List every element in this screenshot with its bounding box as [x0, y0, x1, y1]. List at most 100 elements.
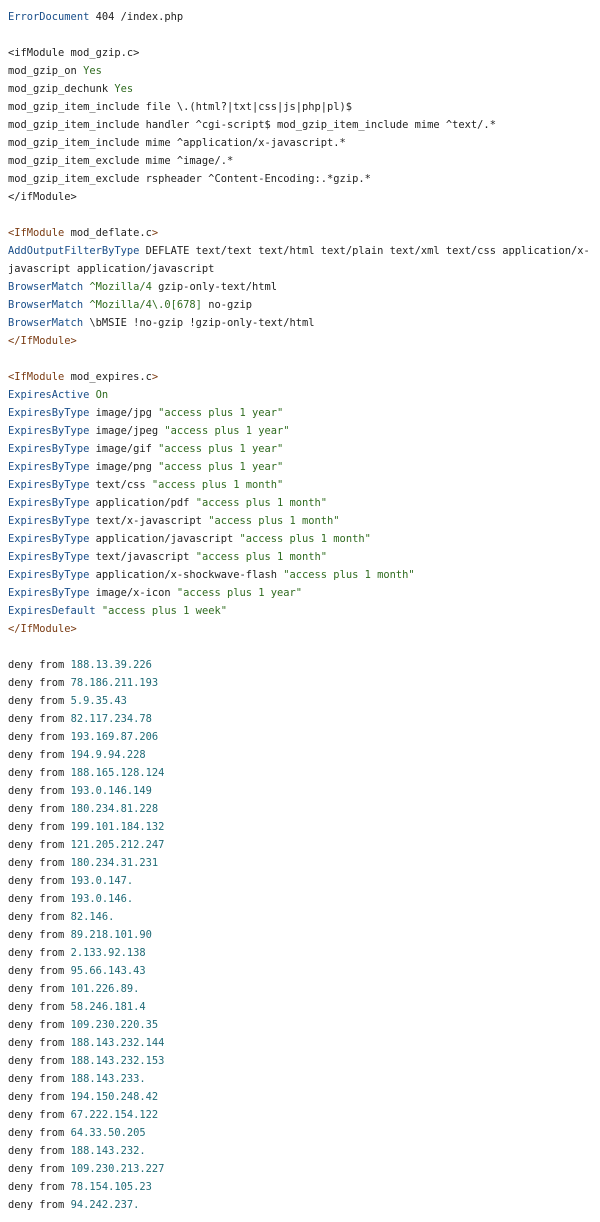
code-line: deny from 94.242.237. [8, 1196, 600, 1214]
code-token: 2.133.92.138 [70, 947, 146, 959]
code-token: application/x-shockwave-flash [89, 569, 284, 581]
code-token: mod_gzip_item_exclude mime ^image/.* [8, 155, 234, 167]
code-line: </IfModule> [8, 332, 600, 350]
code-token: deny from [8, 659, 71, 671]
code-line: ExpiresDefault "access plus 1 week" [8, 602, 600, 620]
code-token: "access plus 1 month" [151, 479, 284, 491]
code-token: 78.154.105.23 [70, 1181, 152, 1193]
code-token: 82.146. [70, 911, 115, 923]
code-line: mod_gzip_item_include handler ^cgi-scrip… [8, 116, 600, 134]
code-line: deny from 194.9.94.228 [8, 746, 600, 764]
code-token: deny from [8, 839, 71, 851]
code-token: ExpiresByType [8, 533, 90, 545]
code-token: deny from [8, 893, 71, 905]
code-token: ^Mozilla/4\.0[678] [83, 299, 202, 311]
code-token: gzip-only-text/html [151, 281, 278, 293]
code-token: <ifModule mod_gzip.c> [8, 47, 140, 59]
code-token: "access plus 1 month" [239, 533, 371, 545]
code-token: image/gif [89, 443, 159, 455]
code-token: "access plus 1 month" [208, 515, 340, 527]
code-token: 101.226.89. [70, 983, 140, 995]
code-line: deny from 193.0.146.149 [8, 782, 600, 800]
code-line: mod_gzip_item_exclude mime ^image/.* [8, 152, 600, 170]
code-line: <IfModule mod_expires.c> [8, 368, 600, 386]
code-token: mod_gzip_on [8, 65, 84, 77]
code-line: ErrorDocument 404 /index.php [8, 8, 600, 26]
code-line: deny from 109.230.213.227 [8, 1160, 600, 1178]
code-token: deny from [8, 983, 71, 995]
code-token: AddOutputFilterByType [8, 245, 140, 257]
code-token: 199.101.184.132 [70, 821, 165, 833]
code-line: deny from 188.165.128.124 [8, 764, 600, 782]
code-token: BrowserMatch [8, 299, 84, 311]
code-token: image/jpeg [89, 425, 165, 437]
code-token: deny from [8, 767, 71, 779]
code-line: deny from 188.13.39.226 [8, 656, 600, 674]
code-token: mod_gzip_dechunk [8, 83, 115, 95]
code-line: ExpiresByType text/css "access plus 1 mo… [8, 476, 600, 494]
code-token: deny from [8, 1055, 71, 1067]
code-line: deny from 64.33.50.205 [8, 1124, 600, 1142]
code-line: deny from 78.186.211.193 [8, 674, 600, 692]
code-token: ExpiresByType [8, 497, 90, 509]
code-line: deny from 101.226.89. [8, 980, 600, 998]
code-token: ExpiresByType [8, 425, 90, 437]
code-token: deny from [8, 731, 71, 743]
code-token: deny from [8, 857, 71, 869]
code-token: image/x-icon [89, 587, 177, 599]
code-token: BrowserMatch [8, 281, 84, 293]
code-line: </ifModule> [8, 188, 600, 206]
code-token: 89.218.101.90 [70, 929, 152, 941]
code-line: ExpiresByType image/png "access plus 1 y… [8, 458, 600, 476]
code-line: deny from 188.143.232.144 [8, 1034, 600, 1052]
code-token: \bMSIE !no-gzip !gzip-only-text/html [83, 317, 315, 329]
code-token: Yes [114, 83, 134, 95]
code-token: 109.230.220.35 [70, 1019, 159, 1031]
code-token: 193.0.146.149 [70, 785, 152, 797]
code-line: deny from 67.222.154.122 [8, 1106, 600, 1124]
code-token: no-gzip [201, 299, 252, 311]
code-token: image/png [89, 461, 159, 473]
code-token: ExpiresActive [8, 389, 90, 401]
code-token: ExpiresByType [8, 443, 90, 455]
code-token: deny from [8, 695, 71, 707]
code-token: javascript application/javascript [8, 263, 215, 275]
code-token: </ifModule> [8, 191, 77, 203]
code-token: 193.169.87.206 [70, 731, 159, 743]
code-token: mod_gzip_item_include mime ^application/… [8, 137, 346, 149]
code-token: Yes [83, 65, 102, 77]
code-token: </IfModule> [8, 623, 77, 635]
code-token: 58.246.181.4 [70, 1001, 146, 1013]
code-line: ExpiresByType application/x-shockwave-fl… [8, 566, 600, 584]
code-line: mod_gzip_item_include file \.(html?|txt|… [8, 98, 600, 116]
code-line: ExpiresByType text/x-javascript "access … [8, 512, 600, 530]
code-token: ErrorDocument [8, 11, 90, 23]
code-token: deny from [8, 1037, 71, 1049]
code-token: ExpiresByType [8, 551, 90, 563]
code-line: BrowserMatch \bMSIE !no-gzip !gzip-only-… [8, 314, 600, 332]
code-token: 64.33.50.205 [70, 1127, 146, 1139]
code-token: 188.143.232.144 [70, 1037, 165, 1049]
code-token: 188.143.233. [70, 1073, 146, 1085]
code-token: deny from [8, 1109, 71, 1121]
code-line: BrowserMatch ^Mozilla/4 gzip-only-text/h… [8, 278, 600, 296]
code-line: ExpiresByType image/jpg "access plus 1 y… [8, 404, 600, 422]
code-token: deny from [8, 785, 71, 797]
code-line: deny from 78.154.105.23 [8, 1178, 600, 1196]
code-line: deny from 109.230.220.35 [8, 1016, 600, 1034]
code-token: ExpiresByType [8, 515, 90, 527]
code-token: 404 /index.php [89, 11, 184, 23]
code-token: application/javascript [89, 533, 240, 545]
code-token: DEFLATE text/text text/html text/plain t… [139, 245, 590, 257]
code-token: ^Mozilla/4 [83, 281, 152, 293]
code-token: deny from [8, 713, 71, 725]
code-token: <IfModule [8, 371, 65, 383]
code-line: ExpiresByType image/jpeg "access plus 1 … [8, 422, 600, 440]
code-token: 193.0.146. [70, 893, 134, 905]
code-token: image/jpg [89, 407, 159, 419]
code-line: deny from 95.66.143.43 [8, 962, 600, 980]
code-token: deny from [8, 929, 71, 941]
code-line: deny from 194.150.248.42 [8, 1088, 600, 1106]
htaccess-code-listing: ErrorDocument 404 /index.php <ifModule mo… [0, 0, 600, 1214]
